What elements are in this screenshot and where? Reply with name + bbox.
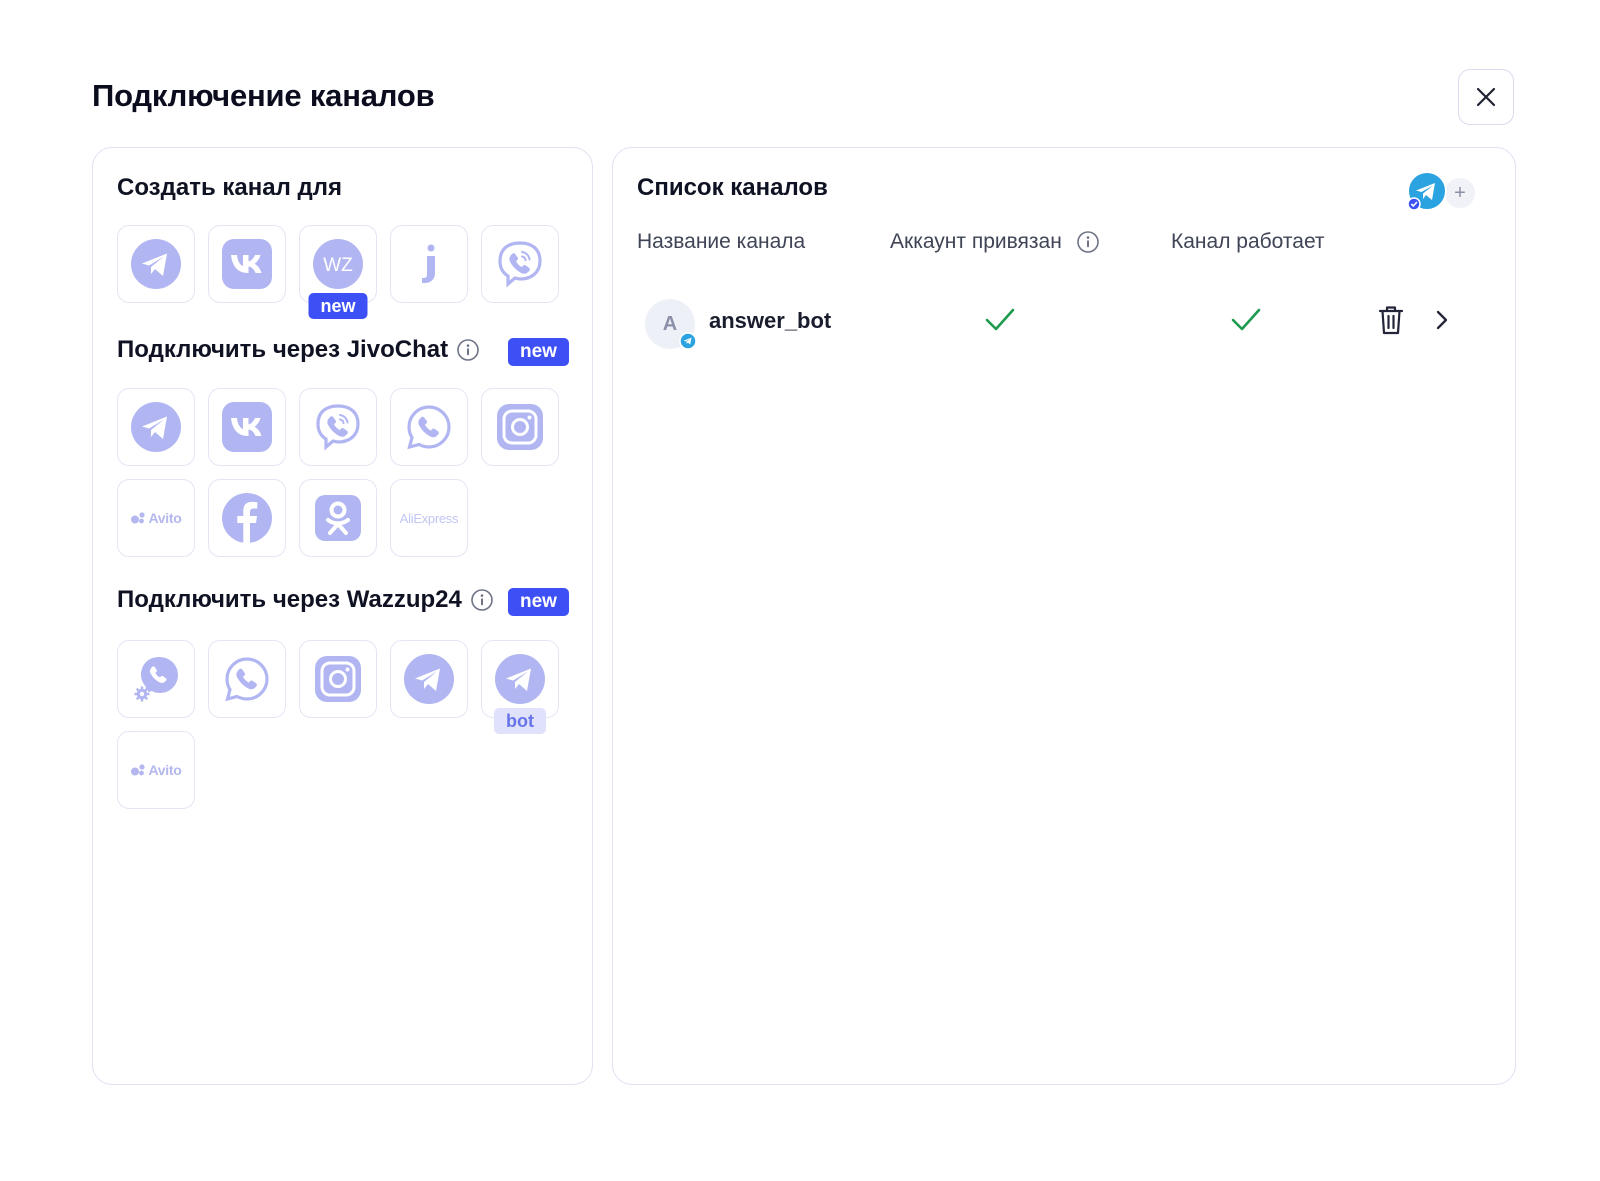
jivochat-facebook-button[interactable] xyxy=(208,479,286,557)
jivochat-info-icon[interactable] xyxy=(456,338,480,362)
close-icon xyxy=(1476,87,1496,107)
whatsapp-icon xyxy=(407,405,451,450)
telegram-icon xyxy=(131,402,181,452)
jivochat-channel-grid: Avito AliExpress xyxy=(117,388,559,557)
telegram-icon xyxy=(1407,171,1447,211)
create-viber-button[interactable] xyxy=(481,225,559,303)
facebook-icon xyxy=(222,493,272,543)
create-wazzup-button[interactable]: WZ new xyxy=(299,225,377,319)
wazzup-telegram-button[interactable] xyxy=(390,640,468,718)
jivochat-new-badge: new xyxy=(508,338,569,366)
chevron-right-icon[interactable] xyxy=(1433,308,1451,332)
telegram-bot-icon xyxy=(495,654,545,704)
column-account-linked: Аккаунт привязан xyxy=(890,230,1100,254)
wazzup-whatsapp-button[interactable] xyxy=(208,640,286,718)
vk-icon xyxy=(222,402,272,452)
jivo-icon xyxy=(422,244,435,283)
channel-create-panel: Создать канал для WZ new Подключить чере… xyxy=(92,147,593,1085)
jivochat-vk-button[interactable] xyxy=(208,388,286,466)
viber-icon xyxy=(498,241,542,288)
whatsapp-icon xyxy=(225,657,269,702)
wazzup-avito-button[interactable]: Avito xyxy=(117,731,195,809)
create-jivo-button[interactable] xyxy=(390,225,468,303)
wazzup-new-badge: new xyxy=(508,588,569,616)
create-channel-grid: WZ new xyxy=(117,225,559,319)
create-section-title: Создать канал для xyxy=(117,174,342,201)
wazzup-info-icon[interactable] xyxy=(470,588,494,612)
avito-icon: Avito xyxy=(130,510,182,526)
connected-channels-avatars: + xyxy=(1405,171,1481,213)
wazzup-telegram-bot-button[interactable]: bot xyxy=(481,640,559,734)
column-channel-name: Название канала xyxy=(637,230,806,253)
jivochat-instagram-button[interactable] xyxy=(481,388,559,466)
avito-icon: Avito xyxy=(130,762,182,778)
jivochat-section-title: Подключить через JivoChat xyxy=(117,336,480,364)
jivochat-whatsapp-button[interactable] xyxy=(390,388,468,466)
account-linked-check-icon xyxy=(985,308,1015,331)
page-title: Подключение каналов xyxy=(92,78,435,113)
instagram-icon xyxy=(315,656,361,702)
wazzup-phone-button[interactable] xyxy=(117,640,195,718)
channel-list-title: Список каналов xyxy=(637,174,828,201)
telegram-icon xyxy=(131,239,181,289)
wazzup-icon: WZ xyxy=(313,239,363,289)
aliexpress-icon: AliExpress xyxy=(399,510,459,526)
avatar: A xyxy=(645,299,697,350)
column-channel-working: Канал работает xyxy=(1171,230,1325,253)
new-badge: new xyxy=(308,293,368,319)
phone-settings-icon xyxy=(134,657,178,702)
odnoklassniki-icon xyxy=(315,495,361,541)
create-telegram-button[interactable] xyxy=(117,225,195,303)
wazzup-instagram-button[interactable] xyxy=(299,640,377,718)
bot-badge: bot xyxy=(494,708,546,734)
channel-working-check-icon xyxy=(1231,308,1261,331)
jivochat-avito-button[interactable]: Avito xyxy=(117,479,195,557)
instagram-icon xyxy=(497,404,543,450)
create-vk-button[interactable] xyxy=(208,225,286,303)
jivochat-telegram-button[interactable] xyxy=(117,388,195,466)
channel-name: answer_bot xyxy=(709,308,832,333)
vk-icon xyxy=(222,239,272,289)
jivochat-viber-button[interactable] xyxy=(299,388,377,466)
account-info-icon[interactable] xyxy=(1076,230,1100,254)
trash-icon[interactable] xyxy=(1377,304,1405,336)
add-channel-button[interactable]: + xyxy=(1445,178,1475,208)
wazzup-channel-grid: bot Avito xyxy=(117,640,559,809)
jivochat-odnoklassniki-button[interactable] xyxy=(299,479,377,557)
viber-icon xyxy=(316,404,360,451)
channel-list-panel: Список каналов + Название канала Аккаунт… xyxy=(612,147,1516,1085)
close-button[interactable] xyxy=(1458,69,1514,125)
telegram-icon xyxy=(404,654,454,704)
jivochat-aliexpress-button[interactable]: AliExpress xyxy=(390,479,468,557)
wazzup-section-title: Подключить через Wazzup24 xyxy=(117,586,494,614)
svg-text:WZ: WZ xyxy=(323,255,353,276)
telegram-icon xyxy=(679,332,697,350)
